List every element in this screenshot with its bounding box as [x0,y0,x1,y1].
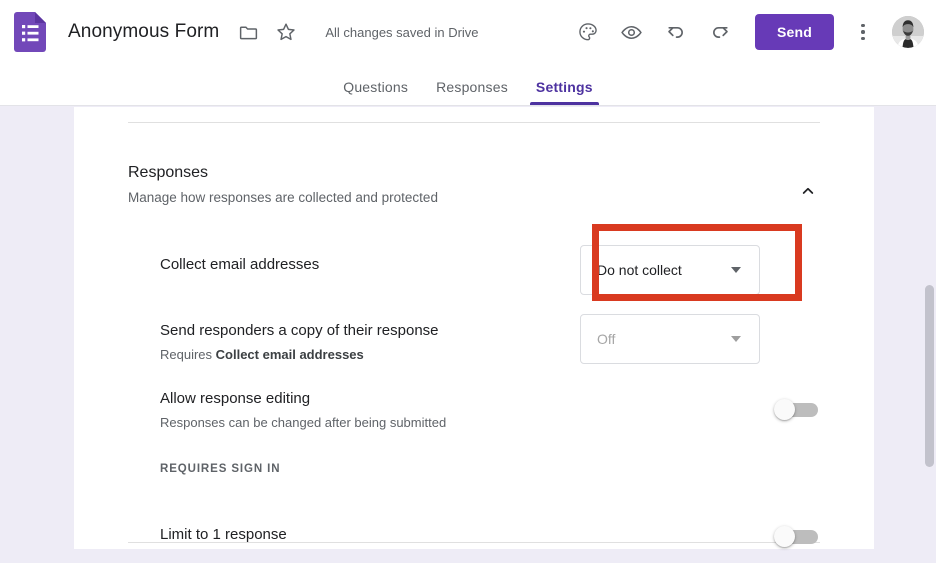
limit-to-one-response-toggle[interactable] [774,526,818,547]
row-label: Send responders a copy of their response [160,322,439,339]
tab-responses[interactable]: Responses [422,79,522,105]
title-actions [231,15,303,49]
requires-sign-in-label: REQUIRES SIGN IN [160,463,281,475]
top-bar-actions: Send [571,14,924,50]
allow-response-editing-toggle[interactable] [774,399,818,420]
chevron-down-icon [731,267,741,273]
section-title: Responses [128,164,209,181]
toggle-knob [774,526,795,547]
settings-rows: Collect email addresses Do not collect S… [160,239,820,563]
send-copy-dropdown[interactable]: Off [580,314,760,364]
row-sublabel: Responses can be changed after being sub… [160,415,447,430]
responses-section-header: Responses Manage how responses are colle… [128,163,820,207]
scrollbar-thumb[interactable] [925,285,934,467]
form-title[interactable]: Anonymous Form [68,21,219,43]
redo-icon[interactable] [703,15,737,49]
section-subtitle: Manage how responses are collected and p… [128,190,438,205]
divider-top [128,122,820,123]
row-sublabel-bold: Collect email addresses [215,347,364,362]
top-app-bar: Anonymous Form All changes saved in Driv… [0,0,936,64]
tab-bar: Questions Responses Settings [0,64,936,106]
row-sublabel: Requires Collect email addresses [160,346,439,364]
dropdown-value: Do not collect [597,262,682,278]
google-forms-icon[interactable] [14,12,46,52]
row-sublabel-prefix: Requires [160,347,216,362]
tab-settings[interactable]: Settings [522,79,607,105]
row-limit-to-1-response: Limit to 1 response [160,507,820,563]
star-outline-icon[interactable] [269,15,303,49]
row-collect-email-addresses: Collect email addresses Do not collect [160,239,820,311]
settings-card: Responses Manage how responses are colle… [74,107,874,549]
tab-questions[interactable]: Questions [329,79,422,105]
row-label: Limit to 1 response [160,526,287,543]
undo-icon[interactable] [659,15,693,49]
user-avatar[interactable] [892,16,924,48]
collect-email-dropdown[interactable]: Do not collect [580,245,760,295]
dropdown-value: Off [597,331,616,347]
vertical-scrollbar[interactable] [923,107,936,549]
chevron-down-icon [731,336,741,342]
save-status: All changes saved in Drive [325,24,479,40]
folder-icon[interactable] [231,15,265,49]
chevron-up-icon[interactable] [796,179,820,203]
kebab-menu-icon[interactable] [848,15,878,49]
row-label: Collect email addresses [160,256,320,273]
row-send-responders-copy: Send responders a copy of their response… [160,311,820,379]
send-button[interactable]: Send [754,14,834,50]
requires-sign-in-group: REQUIRES SIGN IN [160,451,820,507]
palette-icon[interactable] [571,15,605,49]
toggle-knob [774,399,795,420]
row-label: Allow response editing [160,390,311,407]
row-allow-response-editing: Allow response editing Responses can be … [160,379,820,451]
eye-preview-icon[interactable] [615,15,649,49]
